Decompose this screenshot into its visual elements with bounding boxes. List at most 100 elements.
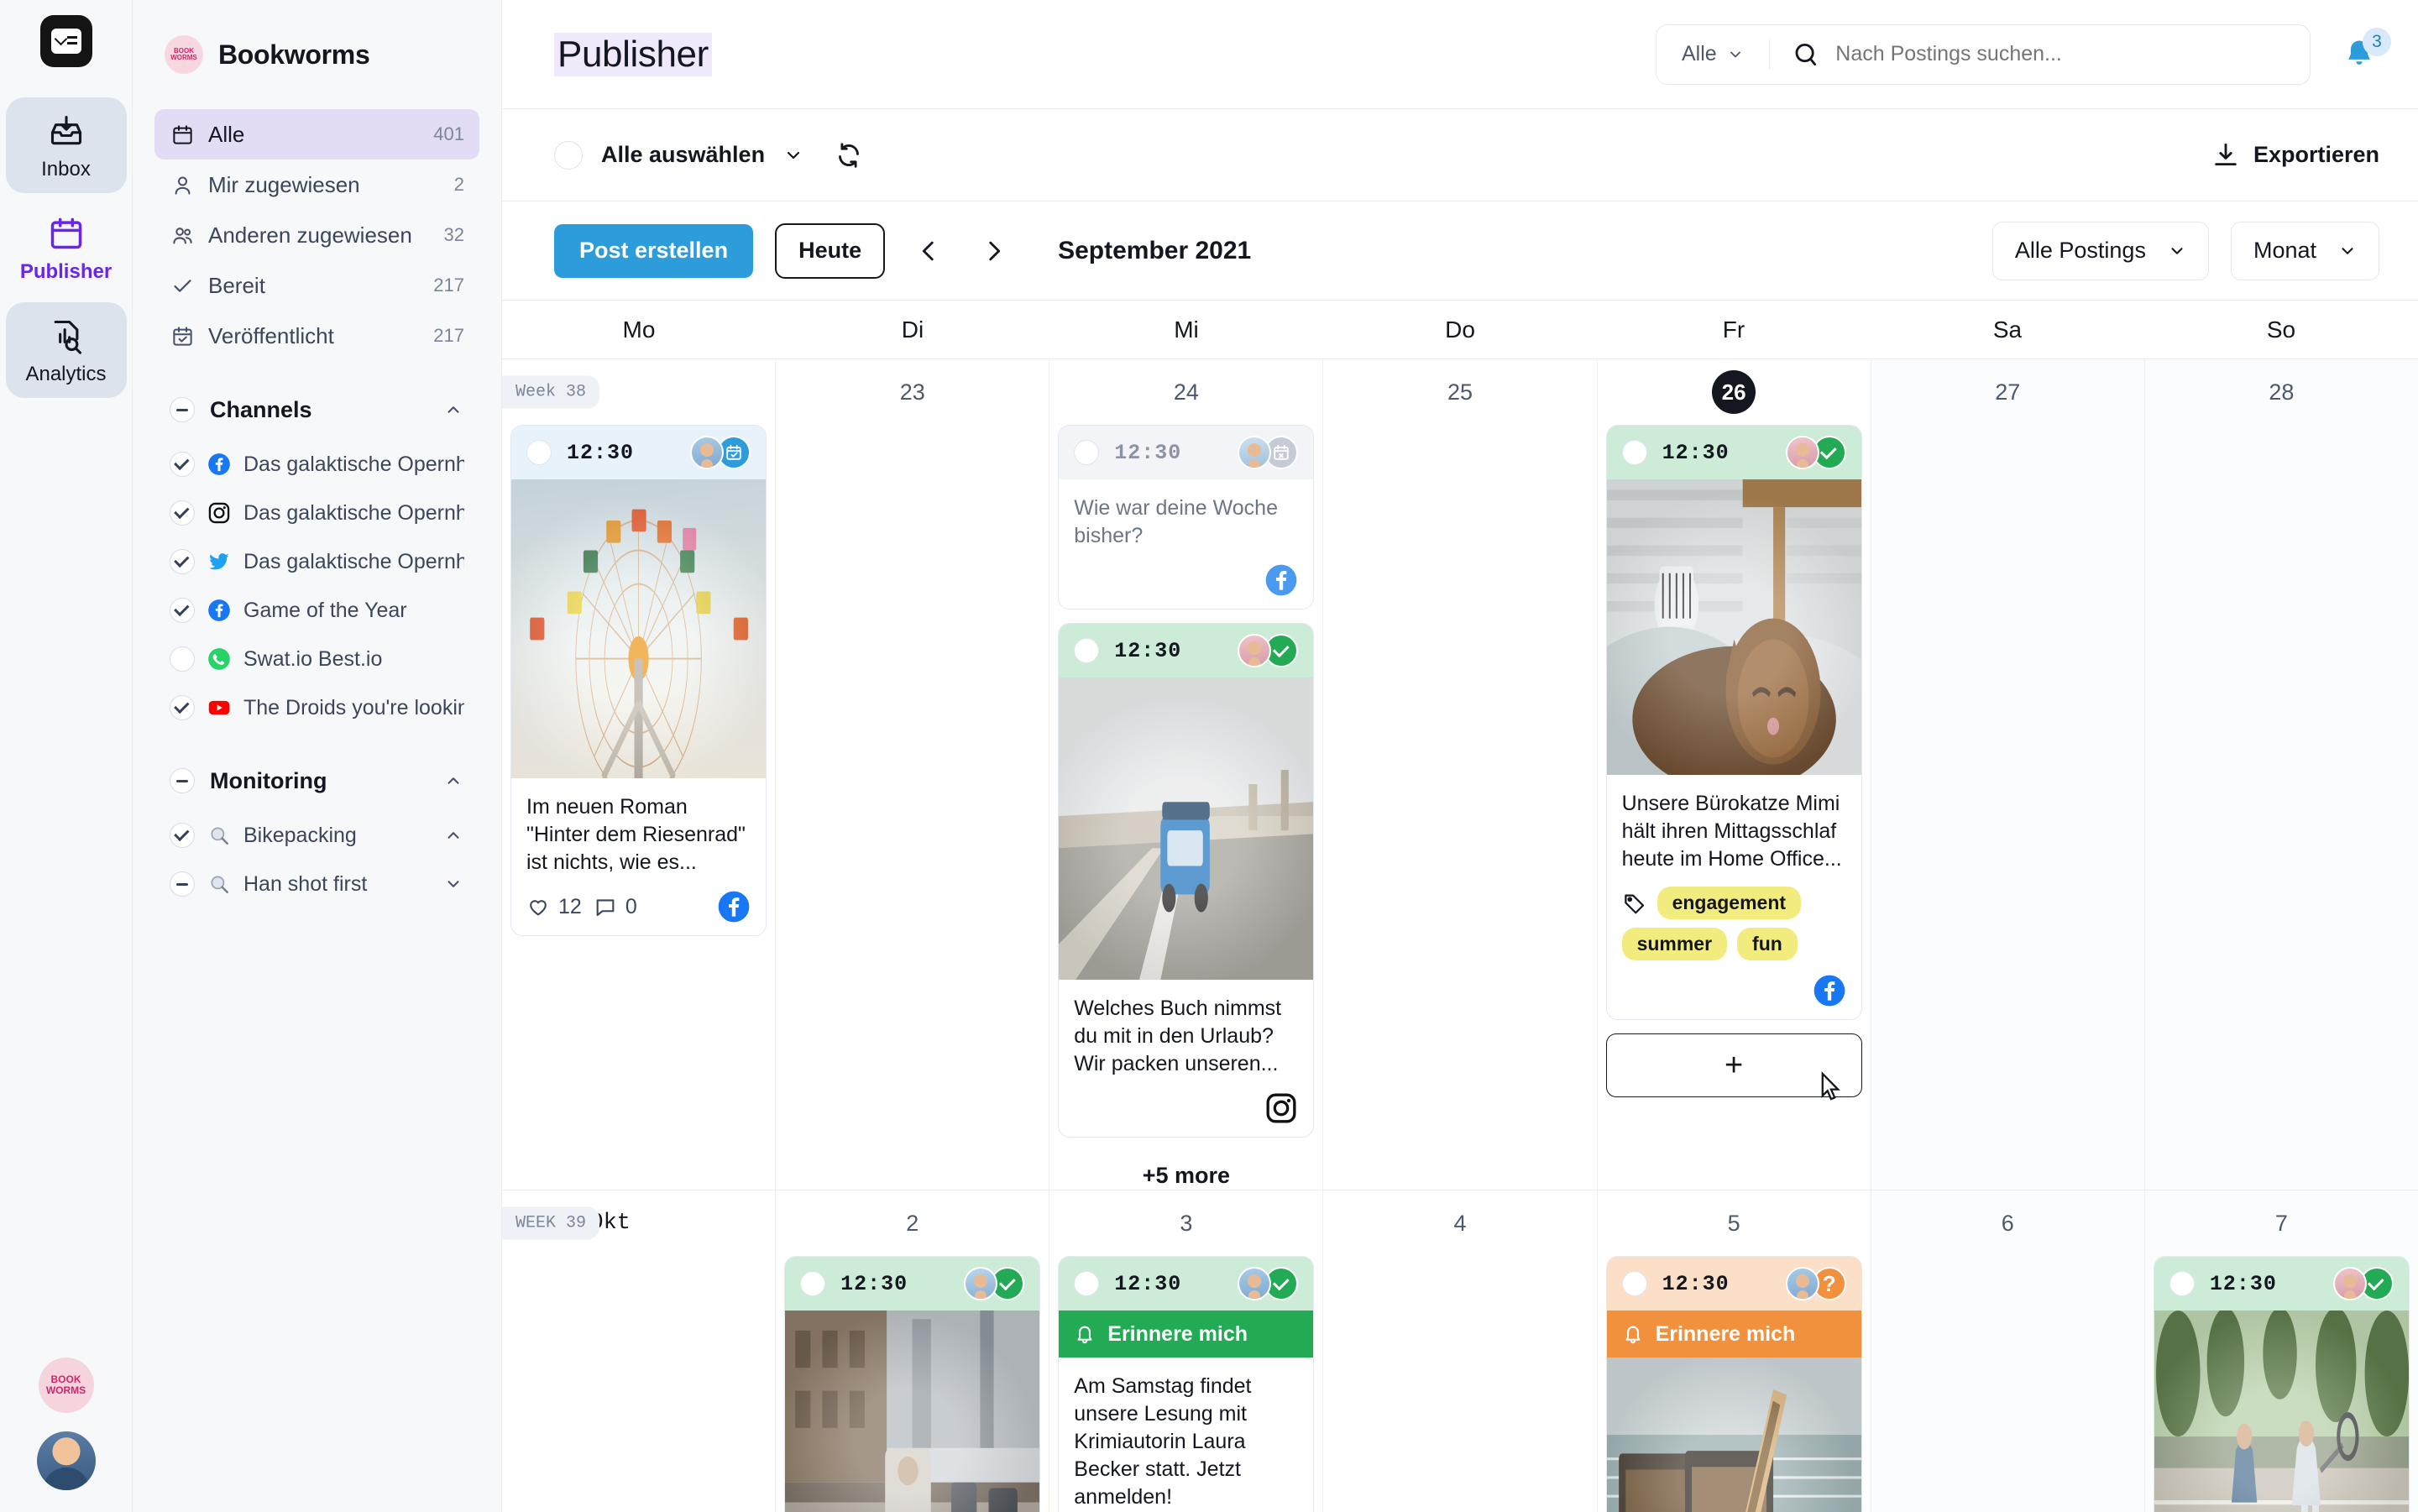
sidebar-filter-veroeffentlicht[interactable]: Veröffentlicht 217 [154, 311, 479, 361]
monitoring-item-bikepacking[interactable]: Bikepacking [154, 811, 479, 860]
select-all-checkbox[interactable] [554, 140, 583, 170]
monitoring-checkbox[interactable] [170, 823, 195, 848]
channels-group-checkbox[interactable] [170, 397, 195, 422]
post-metrics [1074, 1091, 1298, 1125]
chevron-up-icon[interactable] [442, 826, 464, 845]
post-select-checkbox[interactable] [1074, 638, 1100, 663]
post-select-checkbox[interactable] [526, 440, 552, 465]
post-select-checkbox[interactable] [1074, 1271, 1100, 1296]
search-input[interactable] [1835, 42, 2310, 66]
post-card[interactable]: 12:30 [1058, 623, 1315, 1138]
facebook-icon [207, 452, 232, 477]
calendar-day-cell[interactable]: 27 [1871, 359, 2145, 1190]
refresh-button[interactable] [834, 140, 864, 170]
workspace-logo: BOOK WORMS [165, 35, 203, 74]
create-post-button[interactable]: Post erstellen [554, 223, 754, 278]
day-of-week-header: Mo Di Mi Do Fr Sa So [502, 301, 2418, 359]
assignee-avatar [1238, 634, 1272, 667]
today-indicator: 26 [1712, 370, 1756, 414]
calendar-day-cell[interactable]: 2 12:30 [776, 1190, 1050, 1512]
monitoring-group-checkbox[interactable] [170, 768, 195, 793]
calendar-day-cell[interactable]: Week 38 22 12:30 [502, 359, 777, 1190]
sidebar-filter-bereit[interactable]: Bereit 217 [154, 260, 479, 311]
post-card[interactable]: 12:30 [510, 425, 767, 936]
search-scope-dropdown[interactable]: Alle [1656, 42, 1769, 66]
post-tag[interactable]: engagement [1656, 887, 1802, 919]
add-post-button[interactable]: + [1605, 1033, 1862, 1101]
channel-item[interactable]: Das galaktische Opernha [154, 440, 479, 489]
post-card-header: 12:30 [785, 1257, 1040, 1311]
workspace-header[interactable]: BOOK WORMS Bookworms [154, 0, 479, 109]
channel-checkbox[interactable] [170, 598, 195, 623]
post-select-checkbox[interactable] [1621, 1271, 1647, 1296]
prev-period-button[interactable] [907, 229, 950, 273]
select-all-control[interactable]: Alle auswählen [554, 140, 803, 170]
channel-checkbox[interactable] [170, 549, 195, 574]
notifications-button[interactable]: 3 [2334, 27, 2391, 80]
calendar-day-cell-today[interactable]: 26 12:30 Unsere Bürokatze Mimi hält ihre… [1598, 359, 1871, 1190]
view-mode-dropdown[interactable]: Monat [2230, 221, 2379, 280]
calendar-day-cell[interactable]: 4 [1323, 1190, 1598, 1512]
post-select-checkbox[interactable] [800, 1271, 826, 1296]
avatar[interactable] [36, 1431, 96, 1490]
channels-group-header[interactable]: Channels [154, 379, 479, 440]
calendar-day-cell[interactable]: 7 12:30 [2144, 1190, 2418, 1512]
sidebar: BOOK WORMS Bookworms Alle 401 Mir zugewi… [133, 0, 502, 1512]
swat-io-logo[interactable] [39, 15, 92, 67]
bell-icon [1622, 1323, 1644, 1345]
channel-name: Das galaktische Opernha [243, 500, 464, 525]
calendar-day-cell[interactable]: 25 [1323, 359, 1598, 1190]
post-card[interactable]: 12:30 Wie war deine Woche bisher? [1058, 425, 1315, 610]
post-select-checkbox[interactable] [1074, 440, 1100, 465]
rail-item-inbox[interactable]: Inbox [5, 97, 127, 193]
calendar-day-cell[interactable]: 28 [2144, 359, 2418, 1190]
page-title: Publisher [554, 32, 712, 76]
today-button[interactable]: Heute [775, 222, 886, 279]
post-card[interactable]: 12:30 Erinnere mich Am Samstag findet un… [1058, 1256, 1315, 1512]
post-select-checkbox[interactable] [1621, 440, 1647, 465]
channel-checkbox[interactable] [170, 500, 195, 526]
monitoring-checkbox[interactable] [170, 871, 195, 897]
channel-checkbox[interactable] [170, 695, 195, 720]
day-number-text: 28 [2269, 379, 2295, 405]
postings-filter-dropdown[interactable]: Alle Postings [1991, 221, 2209, 280]
period-label: September 2021 [1058, 236, 1252, 264]
monitoring-group-header[interactable]: Monitoring [154, 751, 479, 811]
sidebar-filter-mir-zugewiesen[interactable]: Mir zugewiesen 2 [154, 160, 479, 210]
calendar-day-cell[interactable]: 5 12:30 ? Erinnere mich [1598, 1190, 1871, 1512]
calendar-day-cell[interactable]: WEEK 39 1 Okt [502, 1190, 777, 1512]
channel-item[interactable]: Das galaktische Opernha [154, 489, 479, 537]
calendar-day-cell[interactable]: 3 12:30 Erinnere mich Am Samstag findet … [1049, 1190, 1324, 1512]
monitoring-item-han-shot-first[interactable]: Han shot first [154, 860, 479, 908]
channel-item[interactable]: Das galaktische Opernha [154, 537, 479, 586]
day-number: 28 [2154, 359, 2410, 425]
post-select-checkbox[interactable] [2169, 1271, 2195, 1296]
post-card[interactable]: 12:30 ? Erinnere mich [1605, 1256, 1862, 1512]
channel-checkbox[interactable] [170, 646, 195, 672]
calendar-day-cell[interactable]: 23 [776, 359, 1050, 1190]
post-card[interactable]: 12:30 [2153, 1256, 2410, 1512]
export-button[interactable]: Exportieren [2211, 141, 2379, 170]
sidebar-filter-anderen-zugewiesen[interactable]: Anderen zugewiesen 32 [154, 210, 479, 260]
calendar-day-cell[interactable]: 24 12:30 Wie war deine Woche bisher? 12:… [1049, 359, 1324, 1190]
post-card[interactable]: 12:30 [1605, 425, 1862, 1020]
channel-item[interactable]: The Droids you're looking [154, 683, 479, 732]
channel-item[interactable]: Game of the Year [154, 586, 479, 635]
rail-item-analytics[interactable]: Analytics [5, 302, 127, 398]
post-card[interactable]: 12:30 [784, 1256, 1041, 1512]
calendar-day-cell[interactable]: 6 [1871, 1190, 2145, 1512]
chevron-up-icon[interactable] [442, 400, 464, 419]
post-tag[interactable]: summer [1621, 928, 1728, 960]
channel-checkbox[interactable] [170, 452, 195, 477]
tag-icon [1622, 891, 1647, 916]
channel-item[interactable]: Swat.io Best.io [154, 635, 479, 683]
rail-item-publisher[interactable]: Publisher [6, 200, 127, 296]
next-period-button[interactable] [972, 229, 1016, 273]
chevron-up-icon[interactable] [442, 772, 464, 790]
chevron-down-icon[interactable] [783, 145, 803, 165]
post-tag[interactable]: fun [1737, 928, 1798, 960]
sidebar-filter-alle[interactable]: Alle 401 [154, 109, 479, 160]
chevron-down-icon[interactable] [442, 875, 464, 893]
sidebar-filter-label: Mir zugewiesen [208, 171, 360, 197]
brand-badge[interactable]: BOOK WORMS [38, 1358, 94, 1413]
